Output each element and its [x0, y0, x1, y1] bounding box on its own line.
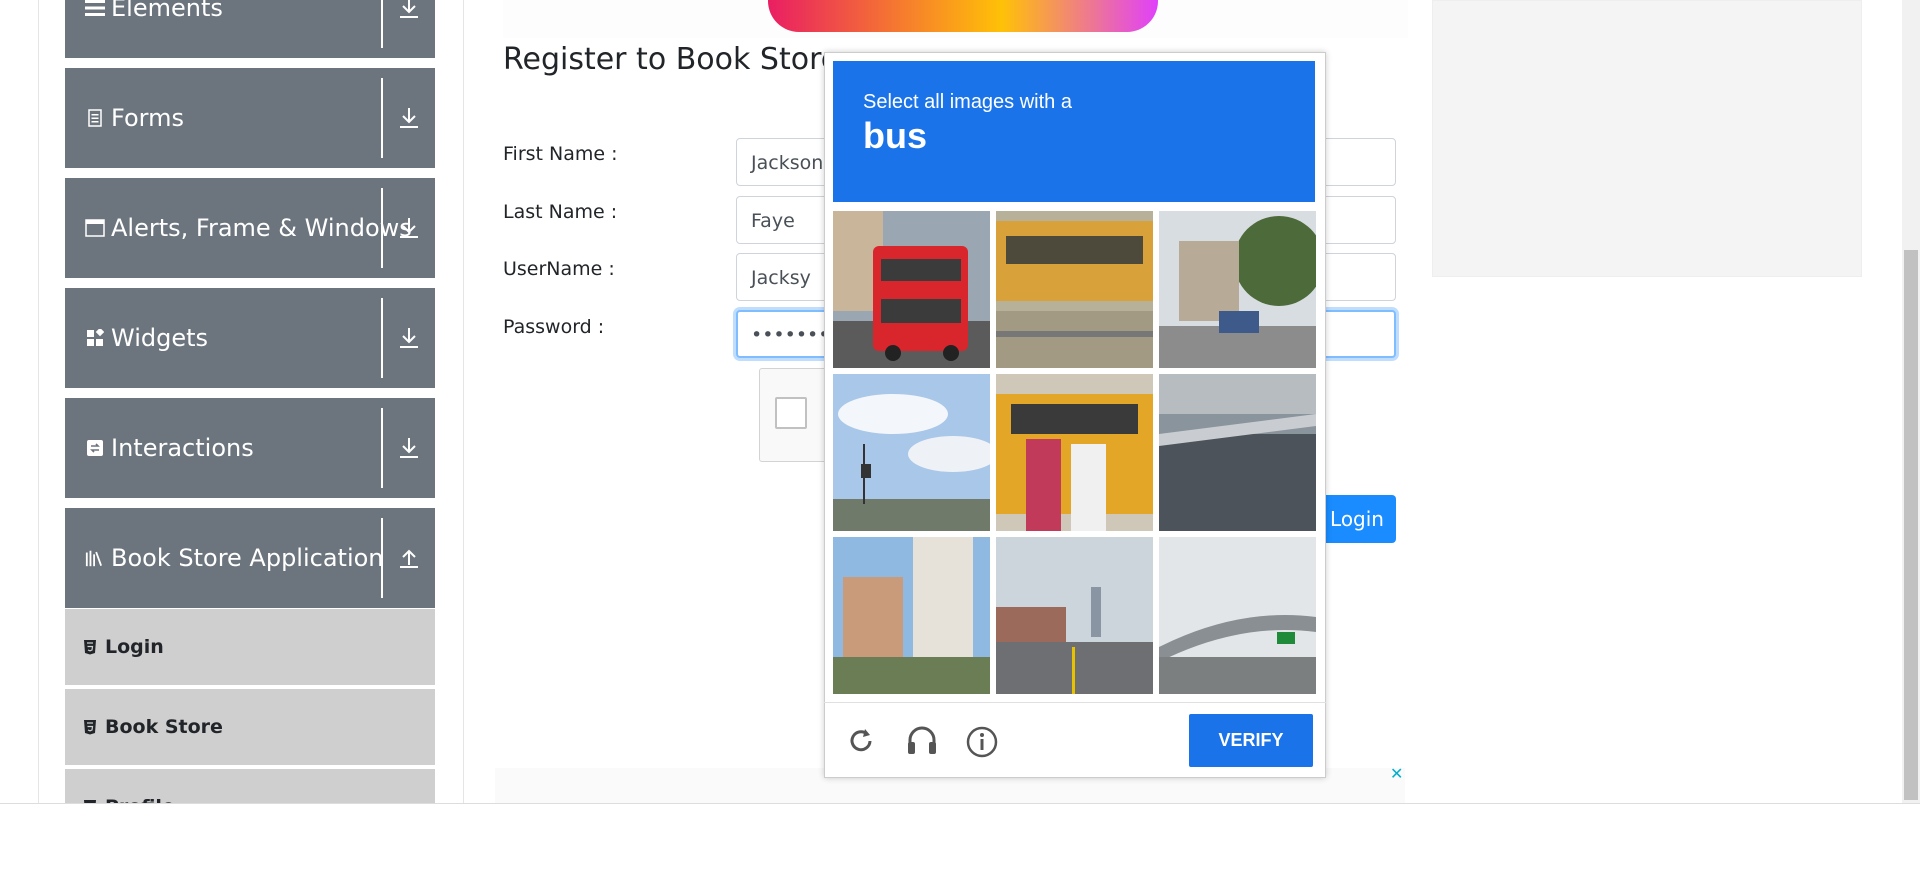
html5-icon	[83, 639, 97, 655]
sidebar-group-interactions[interactable]: Interactions	[65, 398, 435, 498]
page-title: Register to Book Store	[503, 42, 840, 77]
html5-icon	[83, 719, 97, 735]
download-icon[interactable]	[393, 0, 425, 28]
divider	[381, 298, 383, 378]
first-name-label: First Name :	[503, 143, 618, 165]
first-name-value: Jackson	[751, 152, 824, 174]
document-icon	[85, 108, 105, 128]
captcha-instruction: Select all images with a	[863, 91, 1072, 113]
download-icon[interactable]	[393, 318, 425, 358]
audio-challenge-icon[interactable]	[906, 726, 938, 756]
sidebar-group-label: Interactions	[111, 434, 254, 462]
window-icon	[85, 218, 105, 238]
close-ad-icon[interactable]: ✕	[1390, 767, 1404, 783]
captcha-tile[interactable]	[996, 211, 1153, 368]
download-icon[interactable]	[393, 98, 425, 138]
captcha-tile[interactable]	[833, 211, 990, 368]
sidebar-group-forms[interactable]: Forms	[65, 68, 435, 168]
widgets-icon	[85, 328, 105, 348]
download-icon[interactable]	[393, 208, 425, 248]
sidebar-item-label: Book Store	[105, 716, 223, 738]
captcha-tile[interactable]	[1159, 374, 1316, 531]
ad-graphic	[768, 0, 1158, 32]
sidebar-group-elements[interactable]: Elements	[65, 0, 435, 58]
info-icon[interactable]	[966, 726, 998, 758]
captcha-tile[interactable]	[833, 374, 990, 531]
divider	[381, 408, 383, 488]
username-label: UserName :	[503, 258, 615, 280]
right-ad-panel	[1432, 0, 1862, 277]
divider	[381, 0, 383, 48]
divider	[381, 78, 383, 158]
captcha-tile[interactable]	[996, 374, 1153, 531]
upload-icon[interactable]	[393, 538, 425, 578]
sidebar-group-label: Forms	[111, 104, 184, 132]
password-label: Password :	[503, 316, 605, 338]
captcha-tile[interactable]	[996, 537, 1153, 694]
sidebar-group-label: Book Store Application	[111, 544, 384, 572]
content-border	[463, 0, 464, 803]
captcha-footer-divider	[824, 702, 1326, 703]
last-name-value: Faye	[751, 210, 795, 232]
last-name-label: Last Name :	[503, 201, 618, 223]
sidebar-group-bookstore[interactable]: Book Store Application	[65, 508, 435, 608]
sidebar-group-label: Alerts, Frame & Windows	[111, 214, 412, 242]
sidebar-group-widgets[interactable]: Widgets	[65, 288, 435, 388]
list-icon	[85, 0, 105, 18]
download-icon[interactable]	[393, 428, 425, 468]
captcha-header: Select all images with a bus	[833, 61, 1315, 202]
divider	[381, 188, 383, 268]
recaptcha-checkbox[interactable]	[775, 397, 807, 429]
sidebar-item-label: Login	[105, 636, 164, 658]
captcha-tile[interactable]	[833, 537, 990, 694]
bottom-bar	[0, 803, 1920, 878]
sidebar-group-alerts[interactable]: Alerts, Frame & Windows	[65, 178, 435, 278]
sidebar-border	[38, 0, 39, 803]
sidebar-item-login[interactable]: Login	[65, 609, 435, 687]
captcha-tile[interactable]	[1159, 211, 1316, 368]
captcha-tile[interactable]	[1159, 537, 1316, 694]
verify-button[interactable]: VERIFY	[1189, 714, 1313, 767]
top-ad-banner	[503, 0, 1408, 38]
sidebar-group-label: Widgets	[111, 324, 209, 352]
username-value: Jacksy	[751, 267, 811, 289]
books-icon	[85, 548, 105, 568]
sidebar-group-label: Elements	[111, 0, 223, 22]
reload-icon[interactable]	[846, 726, 876, 756]
interactions-icon	[85, 438, 105, 458]
scrollbar-thumb[interactable]	[1904, 250, 1918, 800]
captcha-target: bus	[863, 115, 928, 156]
divider	[381, 518, 383, 598]
sidebar-item-book-store[interactable]: Book Store	[65, 689, 435, 767]
